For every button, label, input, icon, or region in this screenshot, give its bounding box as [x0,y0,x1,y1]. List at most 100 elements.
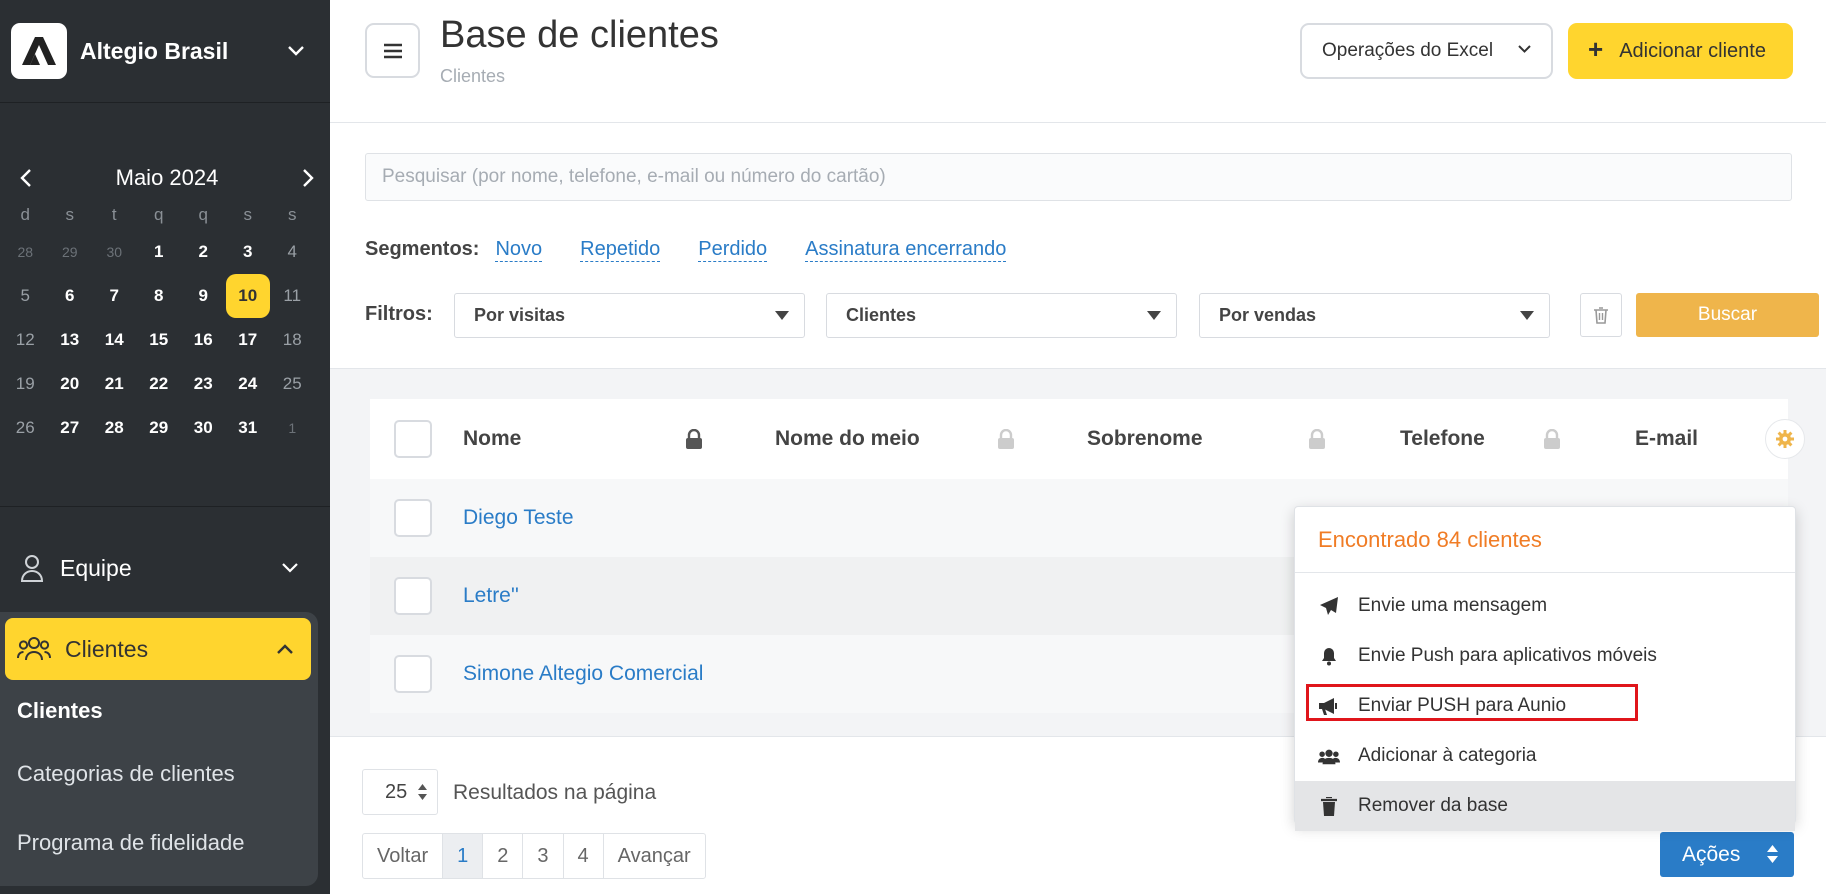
column-header-nome[interactable]: Nome [463,427,521,451]
menu-item-send-message[interactable]: Envie uma mensagem [1295,581,1795,631]
pagination-prev[interactable]: Voltar [363,834,444,878]
clear-filters-button[interactable] [1580,293,1622,337]
menu-item-add-category[interactable]: Adicionar à categoria [1295,731,1795,781]
calendar-day[interactable]: 17 [226,318,271,362]
calendar-day[interactable]: 23 [181,362,226,406]
search-input[interactable] [365,153,1792,201]
row-checkbox[interactable] [394,577,432,615]
sub-item-fidelidade[interactable]: Programa de fidelidade [17,830,244,856]
weekday-label: s [288,205,297,224]
calendar-day[interactable]: 2 [181,230,226,274]
next-month-icon[interactable] [302,169,314,187]
calendar-day[interactable]: 1 [137,230,182,274]
client-name-link[interactable]: Simone Altegio Comercial [463,662,703,686]
calendar-day[interactable]: 26 [3,406,48,450]
prev-month-icon[interactable] [20,169,32,187]
calendar-day[interactable]: 30 [92,230,137,274]
chevron-down-icon [1518,45,1531,54]
user-icon [20,554,44,582]
calendar-day[interactable]: 8 [137,274,182,318]
menu-item-remove[interactable]: Remover da base [1295,781,1795,831]
calendar-day[interactable]: 30 [181,406,226,450]
calendar-day[interactable]: 27 [48,406,93,450]
calendar-day[interactable]: 6 [48,274,93,318]
client-name-link[interactable]: Letre'' [463,584,519,608]
sub-item-clientes[interactable]: Clientes [17,698,103,724]
search-button[interactable]: Buscar [1636,293,1819,337]
pagination-page-4[interactable]: 4 [564,834,604,878]
calendar-day[interactable]: 21 [92,362,137,406]
brand-switcher[interactable]: Altegio Brasil [0,0,330,103]
sort-arrows-icon [1767,845,1778,863]
per-page-select[interactable]: 25 [362,769,438,815]
actions-button[interactable]: Ações [1660,832,1794,877]
filter-visits-select[interactable]: Por visitas [454,293,805,338]
calendar-day[interactable]: 13 [48,318,93,362]
table-settings-button[interactable] [1765,419,1805,459]
calendar-day[interactable]: 31 [226,406,271,450]
pagination-page-1[interactable]: 1 [443,834,484,878]
excel-operations-label: Operações do Excel [1322,40,1494,61]
calendar-day[interactable]: 15 [137,318,182,362]
menu-item-label: Envie Push para aplicativos móveis [1358,645,1657,666]
pagination-page-3[interactable]: 3 [523,834,564,878]
excel-operations-button[interactable]: Operações do Excel [1300,23,1553,79]
calendar-day[interactable]: 18 [270,318,315,362]
calendar-day[interactable]: 11 [270,274,315,318]
segment-perdido[interactable]: Perdido [698,237,768,262]
pagination: Voltar 1 2 3 4 Avançar [362,833,706,879]
column-header-nome-do-meio[interactable]: Nome do meio [775,427,920,451]
calendar-day[interactable]: 10 [225,274,271,318]
calendar-day[interactable]: 29 [48,230,93,274]
nav-clientes[interactable]: Clientes [5,618,311,680]
calendar-day[interactable]: 28 [92,406,137,450]
plus-icon: + [1588,34,1604,64]
select-all-checkbox[interactable] [394,420,432,458]
calendar-day[interactable]: 5 [3,274,48,318]
column-header-sobrenome[interactable]: Sobrenome [1087,427,1203,451]
chevron-down-icon[interactable] [288,46,304,56]
menu-item-label: Envie uma mensagem [1358,595,1548,616]
breadcrumb[interactable]: Clientes [440,66,505,87]
chevron-down-icon [282,563,298,573]
caret-down-icon [1147,311,1161,320]
column-header-telefone[interactable]: Telefone [1400,427,1485,451]
filter-sales-select[interactable]: Por vendas [1199,293,1550,338]
calendar-day[interactable]: 28 [3,230,48,274]
calendar-day-label: 12 [15,330,35,349]
segment-assinatura[interactable]: Assinatura encerrando [805,237,1007,262]
calendar-day[interactable]: 25 [270,362,315,406]
calendar-day[interactable]: 19 [3,362,48,406]
calendar-day[interactable]: 29 [137,406,182,450]
calendar-day[interactable]: 9 [181,274,226,318]
calendar-day[interactable]: 20 [48,362,93,406]
lock-icon [1543,429,1561,449]
calendar-day-label: 25 [282,374,302,393]
menu-item-push-aunio[interactable]: Enviar PUSH para Aunio [1295,681,1795,731]
pagination-next[interactable]: Avançar [604,834,705,878]
calendar-day[interactable]: 22 [137,362,182,406]
segment-novo[interactable]: Novo [495,237,543,262]
sub-item-categorias[interactable]: Categorias de clientes [17,761,235,787]
segment-repetido[interactable]: Repetido [580,237,661,262]
table-header: Nome Nome do meio Sobrenome Telefone E-m… [370,399,1805,479]
calendar-day[interactable]: 16 [181,318,226,362]
calendar-day[interactable]: 3 [226,230,271,274]
calendar-day[interactable]: 24 [226,362,271,406]
row-checkbox[interactable] [394,655,432,693]
nav-equipe[interactable]: Equipe [0,540,330,596]
menu-item-push-mobile[interactable]: Envie Push para aplicativos móveis [1295,631,1795,681]
column-header-email[interactable]: E-mail [1635,427,1698,451]
pagination-page-2[interactable]: 2 [483,834,524,878]
client-name-link[interactable]: Diego Teste [463,506,574,530]
calendar-day[interactable]: 7 [92,274,137,318]
chevron-up-icon [277,644,293,654]
row-checkbox[interactable] [394,499,432,537]
add-client-button[interactable]: + Adicionar cliente [1568,23,1793,79]
calendar-day[interactable]: 12 [3,318,48,362]
filter-clients-select[interactable]: Clientes [826,293,1177,338]
calendar-day[interactable]: 14 [92,318,137,362]
calendar-day[interactable]: 4 [270,230,315,274]
menu-toggle-button[interactable] [365,23,420,78]
calendar-day[interactable]: 1 [270,406,315,450]
